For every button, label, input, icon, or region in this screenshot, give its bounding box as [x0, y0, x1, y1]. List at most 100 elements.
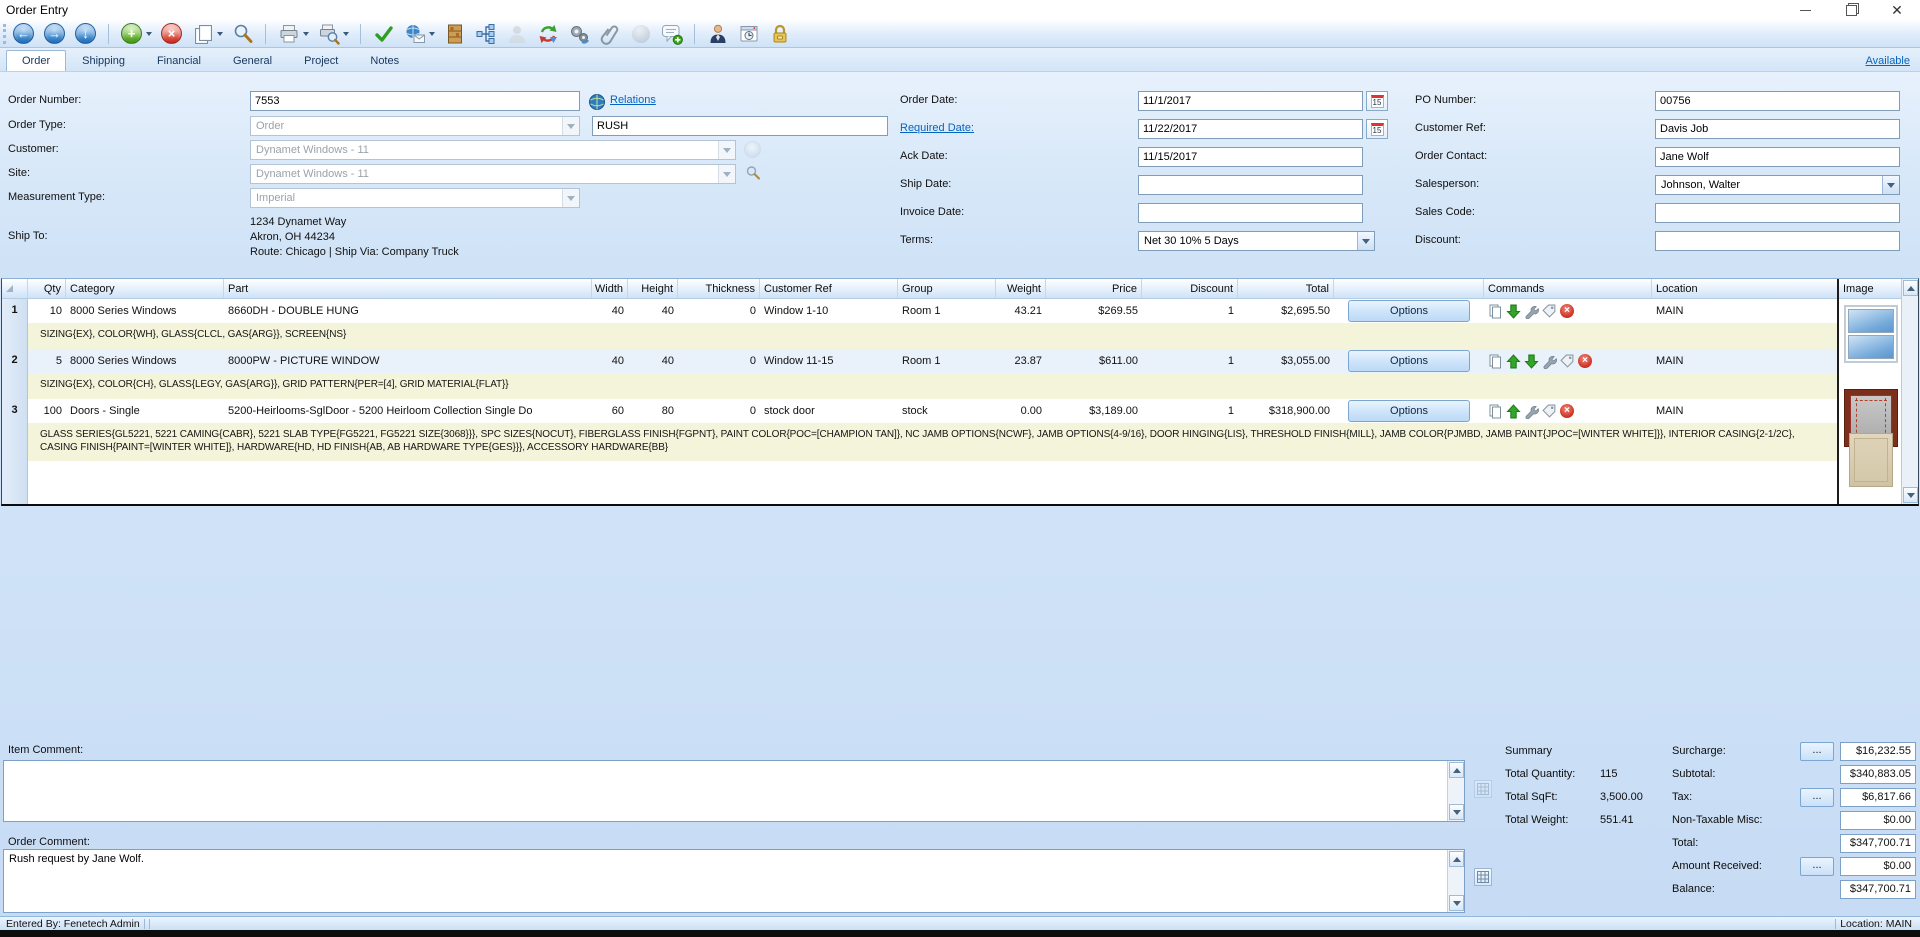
attachment-icon[interactable] [598, 22, 621, 45]
customer-icon[interactable] [706, 22, 729, 45]
chevron-down-icon[interactable] [217, 32, 223, 36]
options-button[interactable]: Options [1348, 350, 1470, 372]
refresh-icon[interactable] [536, 22, 559, 45]
header-total[interactable]: Total [1238, 279, 1334, 298]
edit-options-wrench-icon[interactable] [1524, 404, 1539, 419]
header-discount[interactable]: Discount [1142, 279, 1238, 298]
chevron-down-icon[interactable] [429, 32, 435, 36]
header-commands[interactable]: Commands [1484, 279, 1652, 298]
order-type-select[interactable]: Order [250, 116, 580, 136]
salesperson-select[interactable]: Johnson, Walter [1655, 175, 1900, 195]
print-preview-icon[interactable] [317, 22, 340, 45]
header-weight[interactable]: Weight [996, 279, 1046, 298]
lock-icon[interactable] [768, 22, 791, 45]
settings-icon[interactable] [567, 22, 590, 45]
relations-tree-icon[interactable] [474, 22, 497, 45]
site-search-icon[interactable] [745, 165, 761, 181]
order-date-input[interactable] [1138, 91, 1363, 111]
scroll-up-icon[interactable] [1449, 851, 1464, 867]
add-comment-icon[interactable] [660, 22, 683, 45]
header-height[interactable]: Height [628, 279, 678, 298]
order-contact-input[interactable] [1655, 147, 1900, 167]
copy-item-icon[interactable] [1488, 404, 1503, 419]
required-date-link[interactable]: Required Date: [900, 122, 974, 134]
copy-item-icon[interactable] [1488, 354, 1503, 369]
minimize-button[interactable] [1782, 0, 1828, 20]
header-part[interactable]: Part [224, 279, 592, 298]
chevron-down-icon[interactable] [343, 32, 349, 36]
discount-input[interactable] [1655, 231, 1900, 251]
tag-icon[interactable] [1542, 304, 1557, 319]
rush-input[interactable] [592, 116, 888, 136]
customer-select[interactable]: Dynamet Windows - 11 [250, 140, 736, 160]
sales-code-input[interactable] [1655, 203, 1900, 223]
table-row[interactable]: 3 100 Doors - Single 5200-Heirlooms-SglD… [2, 399, 1837, 423]
select-all-cell[interactable] [2, 279, 28, 298]
close-button[interactable]: ✕ [1874, 0, 1920, 20]
chevron-down-icon[interactable] [303, 32, 309, 36]
surcharge-ellipsis-button[interactable]: ... [1800, 742, 1834, 761]
item-comment-textarea[interactable] [3, 760, 1465, 822]
tab-notes[interactable]: Notes [354, 50, 415, 71]
tab-order[interactable]: Order [6, 50, 66, 71]
invoice-date-input[interactable] [1138, 203, 1363, 223]
header-customer-ref[interactable]: Customer Ref [760, 279, 898, 298]
move-up-icon[interactable] [1506, 354, 1521, 369]
order-comment-textarea[interactable]: Rush request by Jane Wolf. [3, 849, 1465, 913]
header-category[interactable]: Category [66, 279, 224, 298]
order-comment-scrollbar[interactable] [1447, 850, 1464, 912]
customer-ref-input[interactable] [1655, 119, 1900, 139]
scroll-up-icon[interactable] [1449, 762, 1464, 778]
tab-general[interactable]: General [217, 50, 288, 71]
tab-shipping[interactable]: Shipping [66, 50, 141, 71]
send-email-button[interactable] [403, 22, 435, 45]
order-number-input[interactable] [250, 91, 580, 111]
back-icon[interactable]: ← [12, 22, 35, 45]
scroll-down-icon[interactable] [1903, 487, 1918, 503]
print-icon[interactable] [277, 22, 300, 45]
confirm-icon[interactable] [372, 22, 395, 45]
item-comment-scrollbar[interactable] [1447, 761, 1464, 821]
tag-icon[interactable] [1542, 404, 1557, 419]
copy-button[interactable] [191, 22, 223, 45]
move-down-icon[interactable] [1524, 354, 1539, 369]
ship-date-input[interactable] [1138, 175, 1363, 195]
add-item-button[interactable]: + [120, 22, 152, 45]
tax-ellipsis-button[interactable]: ... [1800, 788, 1834, 807]
delete-item-icon[interactable]: × [1560, 304, 1574, 318]
header-thickness[interactable]: Thickness [678, 279, 760, 298]
po-number-input[interactable] [1655, 91, 1900, 111]
send-email-icon[interactable] [403, 22, 426, 45]
edit-options-wrench-icon[interactable] [1524, 304, 1539, 319]
grid-vertical-scrollbar[interactable] [1901, 279, 1918, 504]
tab-financial[interactable]: Financial [141, 50, 217, 71]
relations-link[interactable]: Relations [610, 94, 656, 106]
toolbar-grip[interactable] [3, 24, 6, 44]
header-qty[interactable]: Qty [28, 279, 66, 298]
required-date-input[interactable] [1138, 119, 1363, 139]
required-date-calendar-button[interactable]: 15 [1366, 119, 1388, 139]
move-down-icon[interactable] [1506, 304, 1521, 319]
options-button[interactable]: Options [1348, 400, 1470, 422]
chevron-down-icon[interactable] [146, 32, 152, 36]
tab-project[interactable]: Project [288, 50, 354, 71]
delete-item-icon[interactable]: × [1578, 354, 1592, 368]
header-image[interactable]: Image [1839, 279, 1901, 299]
table-row[interactable]: 2 5 8000 Series Windows 8000PW - PICTURE… [2, 349, 1837, 373]
move-up-icon[interactable] [1506, 404, 1521, 419]
header-width[interactable]: Width [592, 279, 628, 298]
search-icon[interactable] [231, 22, 254, 45]
edit-options-wrench-icon[interactable] [1542, 354, 1557, 369]
scheduler-icon[interactable] [737, 22, 760, 45]
forward-icon[interactable]: → [43, 22, 66, 45]
header-location[interactable]: Location [1652, 279, 1837, 298]
header-price[interactable]: Price [1046, 279, 1142, 298]
comment-grid-button[interactable] [1474, 868, 1492, 886]
delete-icon[interactable]: × [160, 22, 183, 45]
restore-button[interactable] [1828, 0, 1874, 20]
options-button[interactable]: Options [1348, 300, 1470, 322]
site-select[interactable]: Dynamet Windows - 11 [250, 164, 736, 184]
terms-select[interactable]: Net 30 10% 5 Days [1138, 231, 1375, 251]
scroll-down-icon[interactable] [1449, 895, 1464, 911]
scroll-up-icon[interactable] [1903, 280, 1918, 296]
